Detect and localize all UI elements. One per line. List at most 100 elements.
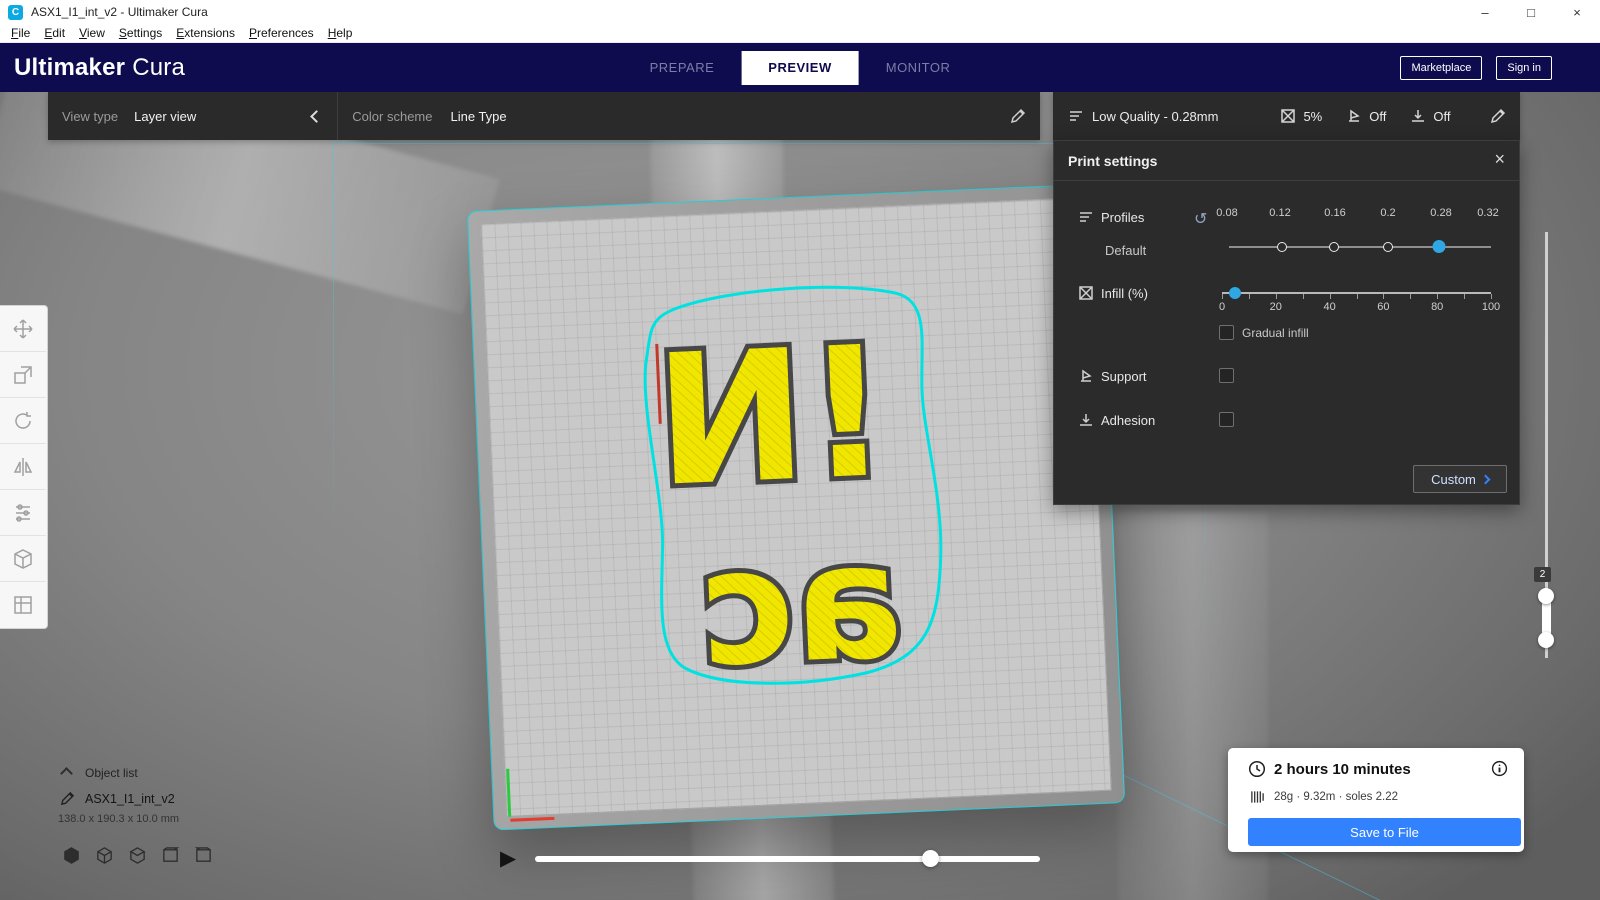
- close-icon[interactable]: ×: [1554, 0, 1600, 24]
- infill-tick-label: 0: [1218, 301, 1226, 313]
- profile-stop-0.12[interactable]: [1277, 242, 1287, 252]
- per-model-settings-tool[interactable]: [0, 490, 46, 536]
- cura-logo-icon: C: [8, 4, 23, 20]
- profile-stop-0.16[interactable]: [1329, 242, 1339, 252]
- menu-settings[interactable]: Settings: [112, 26, 169, 40]
- x-axis-indicator: [510, 816, 555, 822]
- profile-stop-0.28-selected[interactable]: [1432, 240, 1446, 253]
- support-icon: [1349, 109, 1360, 122]
- chevron-left-icon[interactable]: [310, 109, 324, 123]
- menu-edit[interactable]: Edit: [37, 26, 72, 40]
- layer-slider-lower-handle[interactable]: [1538, 632, 1554, 648]
- tab-monitor[interactable]: MONITOR: [859, 51, 978, 85]
- edit-print-settings-button[interactable]: [1490, 108, 1506, 124]
- menu-preferences[interactable]: Preferences: [242, 26, 321, 40]
- rotate-icon: [15, 411, 31, 429]
- model-text-bottom: ac: [695, 507, 906, 703]
- save-to-file-button[interactable]: Save to File: [1248, 818, 1521, 846]
- custom-settings-button[interactable]: Custom: [1413, 465, 1507, 493]
- menu-extensions[interactable]: Extensions: [169, 26, 242, 40]
- signin-button[interactable]: Sign in: [1496, 55, 1552, 80]
- tab-prepare[interactable]: PREPARE: [623, 51, 742, 85]
- maximize-icon[interactable]: □: [1508, 0, 1554, 24]
- summary-adhesion: Off: [1433, 108, 1451, 124]
- menu-bar: File Edit View Settings Extensions Prefe…: [0, 24, 1600, 43]
- profile-value: 0.2: [1380, 207, 1396, 219]
- rotate-tool[interactable]: [0, 398, 46, 444]
- material-icon: [1250, 790, 1265, 804]
- scale-tool[interactable]: [0, 352, 46, 398]
- titlebar: C ASX1_I1_int_v2 - Ultimaker Cura – □ ×: [0, 0, 1600, 24]
- layer-slider-upper-handle[interactable]: [1538, 588, 1554, 604]
- profile-default-label: Default: [1105, 243, 1147, 258]
- profile-value: 0.16: [1324, 207, 1346, 219]
- view-right-icon[interactable]: [194, 846, 213, 865]
- object-list-item[interactable]: ASX1_I1_int_v2: [60, 791, 175, 806]
- support-icon: [1078, 368, 1094, 384]
- infill-tick-label: 80: [1431, 301, 1444, 313]
- object-list-toggle[interactable]: Object list: [60, 766, 138, 780]
- profile-value: 0.08: [1216, 207, 1238, 219]
- tab-preview[interactable]: PREVIEW: [741, 50, 859, 85]
- adhesion-checkbox[interactable]: [1219, 412, 1234, 427]
- view-left-icon[interactable]: [161, 846, 180, 865]
- print-time-estimate: 2 hours 10 minutes: [1274, 761, 1411, 778]
- infill-icon: [1078, 285, 1094, 301]
- view-type-value[interactable]: Layer view: [134, 109, 196, 124]
- view-top-icon[interactable]: [128, 846, 147, 865]
- profile-icon: [1078, 209, 1094, 225]
- infill-tick-label: 40: [1323, 301, 1336, 313]
- profile-icon: [1070, 111, 1082, 121]
- infill-slider[interactable]: [1222, 287, 1492, 299]
- support-label: Support: [1101, 369, 1147, 384]
- support-checkbox[interactable]: [1219, 368, 1234, 383]
- mesh-tools[interactable]: [0, 582, 46, 628]
- close-icon[interactable]: ×: [1494, 149, 1505, 170]
- window-controls: – □ ×: [1462, 0, 1600, 24]
- chevron-up-icon: [60, 766, 73, 780]
- summary-infill: 5%: [1303, 108, 1323, 124]
- color-scheme-label: Color scheme: [352, 108, 433, 124]
- menu-help[interactable]: Help: [321, 26, 360, 40]
- sliced-model[interactable]: !N ac: [606, 270, 996, 756]
- pencil-icon: [60, 791, 75, 806]
- build-plate[interactable]: !N ac: [466, 183, 1126, 831]
- adhesion-icon: [1078, 412, 1094, 428]
- mirror-tool[interactable]: [0, 444, 46, 490]
- print-settings-header: Print settings ×: [1054, 141, 1519, 181]
- view-type-label: View type: [62, 108, 119, 124]
- marketplace-button[interactable]: Marketplace: [1400, 55, 1483, 80]
- menu-view[interactable]: View: [72, 26, 112, 40]
- print-settings-summary[interactable]: Low Quality - 0.28mm 5% Off Off: [1053, 92, 1520, 140]
- infill-slider-handle[interactable]: [1229, 287, 1242, 299]
- reset-profile-icon[interactable]: ↺: [1194, 209, 1207, 229]
- layer-number-badge: 2: [1534, 567, 1551, 582]
- window-title: ASX1_I1_int_v2 - Ultimaker Cura: [31, 5, 208, 19]
- tool-panel: [0, 305, 48, 629]
- support-blocker-tool[interactable]: [0, 536, 46, 582]
- play-icon[interactable]: ▶: [500, 846, 516, 871]
- info-icon[interactable]: [1491, 760, 1508, 777]
- menu-file[interactable]: File: [4, 26, 37, 40]
- pencil-icon: [1010, 108, 1026, 124]
- adhesion-label: Adhesion: [1101, 413, 1156, 428]
- mirror-icon: [13, 457, 33, 476]
- logo-ultimaker: Ultimaker: [14, 53, 126, 81]
- profile-stop-0.2[interactable]: [1383, 242, 1393, 252]
- scale-icon: [14, 365, 32, 384]
- simulation-slider[interactable]: [535, 850, 1040, 867]
- minimize-icon[interactable]: –: [1462, 0, 1508, 24]
- profile-slider[interactable]: [1229, 240, 1491, 253]
- move-tool[interactable]: [0, 306, 46, 352]
- simulation-slider-handle[interactable]: [922, 850, 939, 867]
- support-blocker-icon: [14, 548, 32, 569]
- view-front-icon[interactable]: [95, 846, 114, 865]
- view-3d-icon[interactable]: [62, 846, 81, 865]
- app-logo: Ultimaker Cura: [14, 43, 185, 92]
- gradual-infill-checkbox[interactable]: [1219, 325, 1234, 340]
- edit-view-settings-button[interactable]: [1010, 108, 1026, 124]
- object-dimensions: 138.0 x 190.3 x 10.0 mm: [58, 813, 180, 825]
- color-scheme-value[interactable]: Line Type: [450, 109, 506, 124]
- chevron-right-icon: [1480, 474, 1491, 484]
- material-estimate: 28g · 9.32m · soles 2.22: [1274, 791, 1399, 803]
